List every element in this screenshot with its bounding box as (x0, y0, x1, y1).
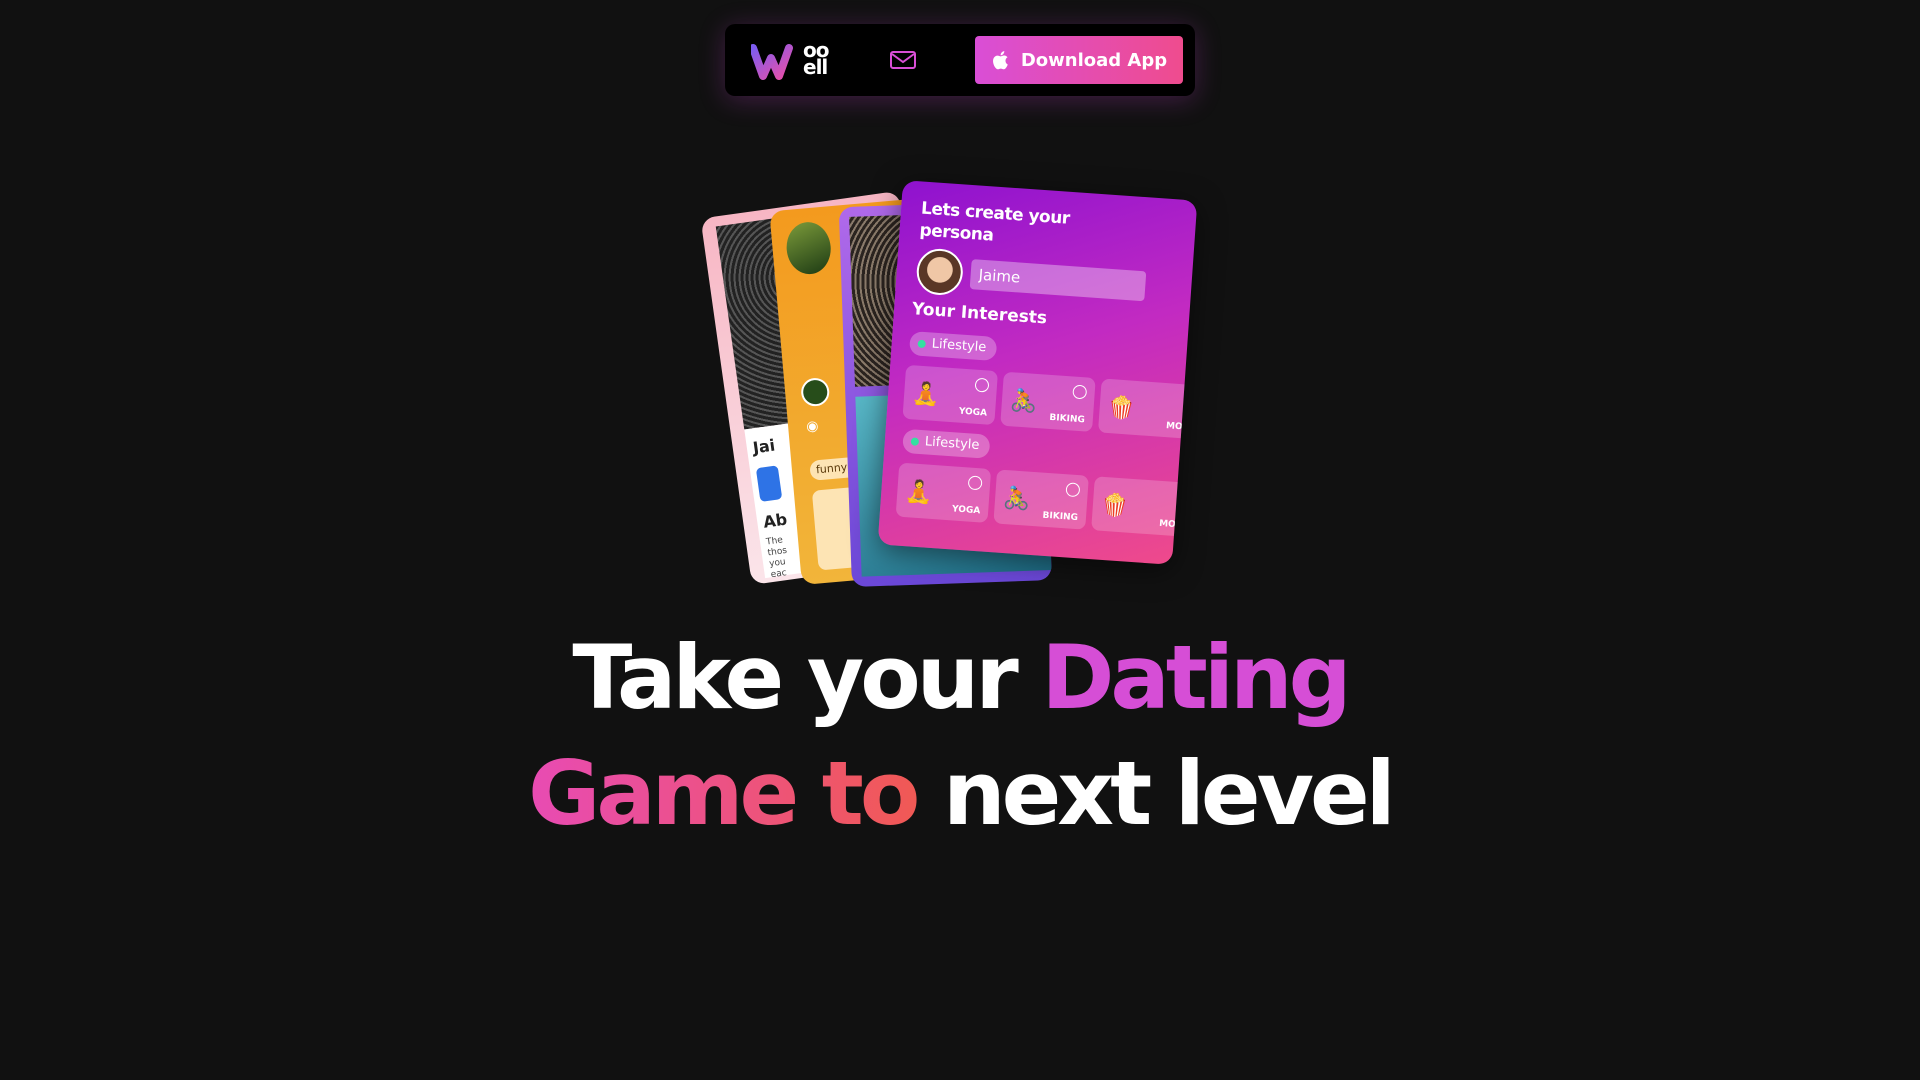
headline-line1-plain: Take your (572, 626, 1042, 729)
interest-tile-biking[interactable]: 🚴 BIKING (1000, 371, 1096, 432)
biking-icon: 🚴 (1002, 485, 1032, 513)
radio-icon[interactable] (1072, 384, 1088, 400)
top-nav: oo ell Download App (725, 24, 1195, 96)
interest-label: MO (1165, 421, 1183, 433)
interest-tile-movies[interactable]: 🍿 MO (1097, 378, 1194, 439)
radio-icon[interactable] (967, 475, 983, 491)
popcorn-icon: 🍿 (1106, 395, 1136, 422)
persona-name-field[interactable] (969, 259, 1147, 302)
hero-headline: Take your Dating Game to next level (0, 620, 1920, 852)
avatar (915, 247, 965, 297)
interests-heading: Your Interests (911, 299, 1048, 329)
interest-tile-movies[interactable]: 🍿 MO (1091, 476, 1187, 537)
apple-icon (992, 51, 1008, 70)
interest-label: MO (1158, 518, 1177, 530)
download-app-label: Download App (1020, 49, 1168, 71)
badge-chip (755, 465, 783, 503)
interest-tile-biking[interactable]: 🚴 BIKING (993, 469, 1089, 530)
headline-line2-plain: next level (942, 742, 1396, 845)
persona-card: Lets create your persona Your Interests … (877, 180, 1198, 565)
avatar-small (800, 376, 831, 408)
interest-tile-yoga[interactable]: 🧘 YOGA (902, 364, 998, 426)
popcorn-icon: 🍿 (1100, 492, 1130, 520)
mail-button[interactable] (889, 46, 917, 74)
app-preview-cards: Jai Ab The thos you eac con ◉ funny Lets… (700, 180, 1200, 605)
interest-tile-yoga[interactable]: 🧘 YOGA (895, 462, 992, 523)
profile-name: Jai (751, 435, 777, 458)
radio-icon[interactable] (974, 377, 990, 393)
persona-card-title: Lets create your persona (918, 198, 1071, 246)
biking-icon: 🚴 (1009, 388, 1039, 416)
interest-label: BIKING (1042, 510, 1079, 524)
interest-group-tag: Lifestyle (908, 331, 997, 362)
logo-text-bottom: ell (803, 55, 828, 79)
yoga-icon: 🧘 (911, 381, 941, 409)
logo-w-icon (751, 44, 793, 80)
interest-group-tag: Lifestyle (902, 428, 991, 459)
tag-label: funny (815, 460, 848, 477)
camera-icon: ◉ (805, 417, 820, 435)
mail-icon (890, 51, 916, 69)
headline-line2-accent: Game to (528, 742, 943, 845)
yoga-icon: 🧘 (904, 479, 934, 506)
headline-line1-accent: Dating (1041, 626, 1351, 729)
avatar (784, 220, 833, 276)
logo[interactable]: oo ell (751, 38, 841, 82)
interest-label: YOGA (958, 406, 988, 419)
radio-icon[interactable] (1065, 482, 1081, 498)
download-app-button[interactable]: Download App (975, 36, 1183, 84)
about-heading: Ab (762, 509, 789, 532)
interest-label: YOGA (951, 504, 981, 517)
interest-label: BIKING (1049, 412, 1086, 426)
